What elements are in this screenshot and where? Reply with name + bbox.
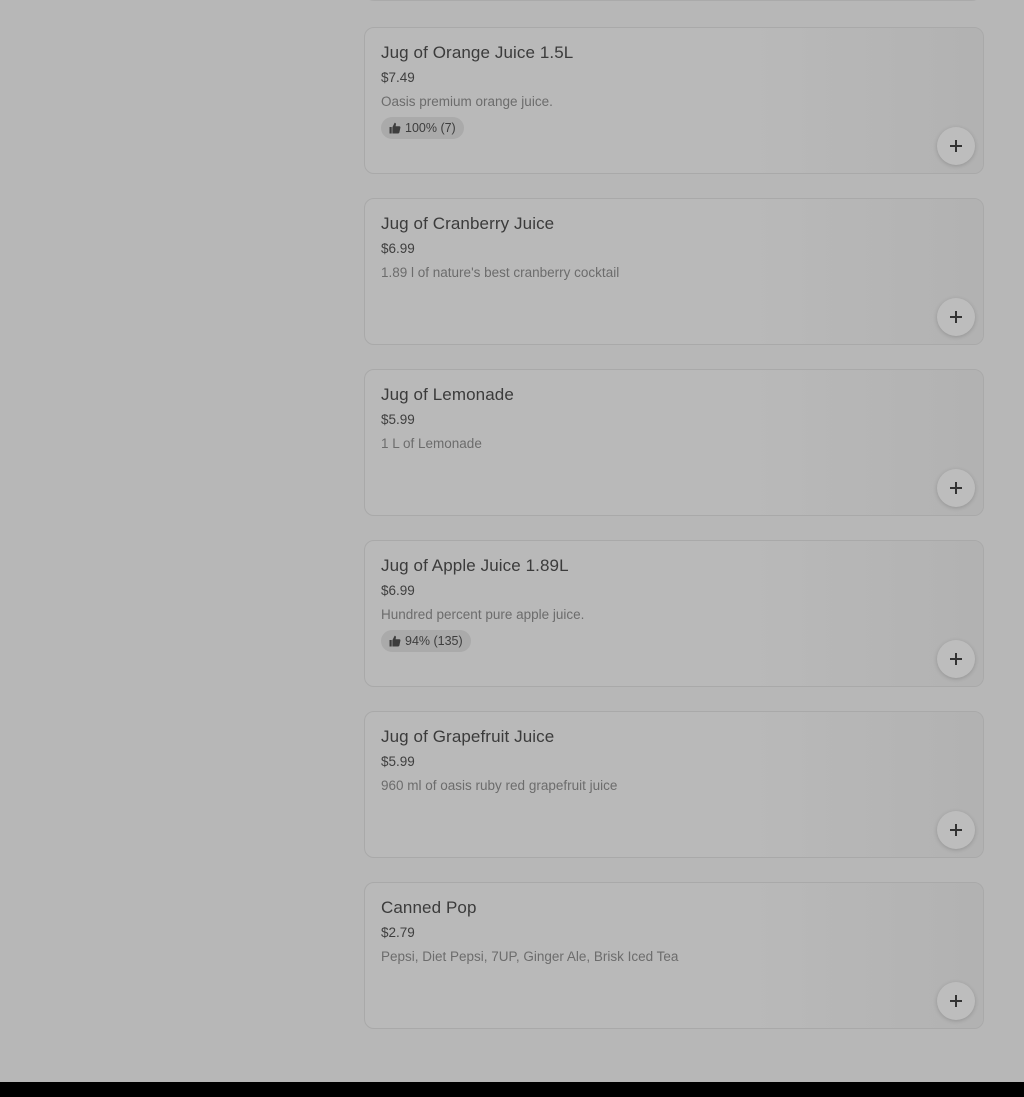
add-item-button[interactable] [937,469,975,507]
add-item-button[interactable] [937,298,975,336]
item-price: $6.99 [381,583,415,598]
item-price: $2.79 [381,925,415,940]
thumbs-up-icon [389,635,401,647]
menu-item-card[interactable]: Jug of Apple Juice 1.89L $6.99 Hundred p… [364,540,984,687]
item-description: 960 ml of oasis ruby red grapefruit juic… [381,778,618,793]
item-name: Jug of Cranberry Juice [381,214,555,233]
thumbs-up-icon [389,122,401,134]
item-name: Jug of Lemonade [381,385,514,404]
plus-icon [950,311,962,323]
menu-item-card[interactable]: Jug of Cranberry Juice $6.99 1.89 l of n… [364,198,984,345]
plus-icon [950,482,962,494]
menu-item-card[interactable]: Jug of Orange Juice 1.5L $7.49 Oasis pre… [364,27,984,174]
add-item-button[interactable] [937,127,975,165]
add-item-button[interactable] [937,640,975,678]
item-name: Jug of Apple Juice 1.89L [381,556,569,575]
previous-item-card-edge [364,0,982,1]
menu-item-card[interactable]: Canned Pop $2.79 Pepsi, Diet Pepsi, 7UP,… [364,882,984,1029]
rating-text: 94% (135) [405,634,463,648]
item-description: 1.89 l of nature's best cranberry cockta… [381,265,620,280]
menu-item-list: Jug of Orange Juice 1.5L $7.49 Oasis pre… [364,27,984,1053]
plus-icon [950,653,962,665]
menu-item-card[interactable]: Jug of Grapefruit Juice $5.99 960 ml of … [364,711,984,858]
item-price: $5.99 [381,412,415,427]
item-price: $5.99 [381,754,415,769]
item-description: Pepsi, Diet Pepsi, 7UP, Ginger Ale, Bris… [381,949,679,964]
rating-badge: 94% (135) [381,630,471,652]
item-name: Jug of Grapefruit Juice [381,727,555,746]
plus-icon [950,824,962,836]
plus-icon [950,140,962,152]
rating-badge: 100% (7) [381,117,464,139]
item-name: Jug of Orange Juice 1.5L [381,43,574,62]
item-description: Oasis premium orange juice. [381,94,553,109]
add-item-button[interactable] [937,811,975,849]
rating-text: 100% (7) [405,121,456,135]
menu-item-card[interactable]: Jug of Lemonade $5.99 1 L of Lemonade [364,369,984,516]
item-description: Hundred percent pure apple juice. [381,607,585,622]
item-name: Canned Pop [381,898,477,917]
menu-page-dimmed: Jug of Orange Juice 1.5L $7.49 Oasis pre… [0,0,1024,1097]
item-description: 1 L of Lemonade [381,436,482,451]
item-price: $7.49 [381,70,415,85]
plus-icon [950,995,962,1007]
item-price: $6.99 [381,241,415,256]
bottom-bar [0,1082,1024,1097]
add-item-button[interactable] [937,982,975,1020]
